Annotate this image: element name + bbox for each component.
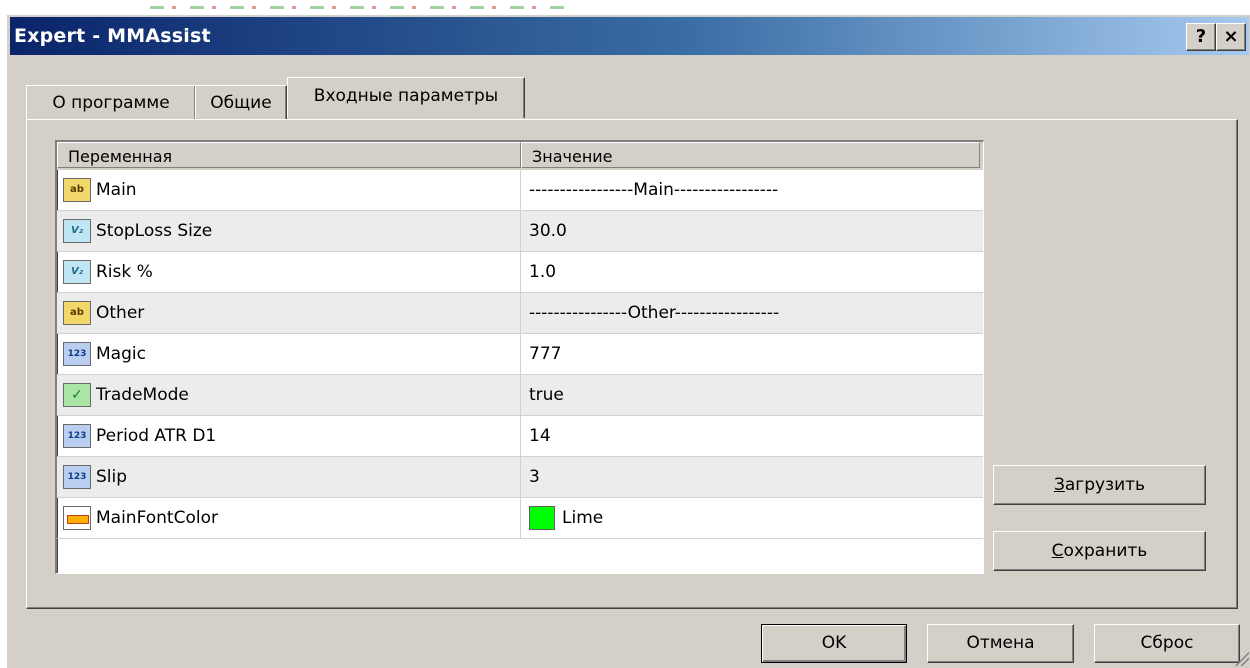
variable-name: MainFontColor [96,508,218,528]
integer-type-icon: 123 [63,342,91,366]
value-cell[interactable]: 14 [521,416,980,456]
table-row[interactable]: 123 Slip 3 [57,457,983,498]
table-header: Переменная Значение [57,142,983,170]
table-row[interactable]: ✓ TradeMode true [57,375,983,416]
table-row[interactable]: 123 Magic 777 [57,334,983,375]
resize-grip-icon[interactable] [1233,650,1249,666]
table-row[interactable]: MainFontColor Lime [57,498,983,539]
color-value: Lime [562,508,604,528]
variable-name: TradeMode [96,385,189,405]
color-swatch [529,506,555,530]
color-type-icon [63,506,91,530]
tab-input-parameters[interactable]: Входные параметры [287,77,525,118]
string-type-icon: ab [63,178,91,202]
title-bar[interactable]: Expert - MMAssist ? × [10,17,1249,55]
value-cell[interactable]: Lime [521,498,980,538]
value-cell[interactable]: ----------------Other----------------- [521,293,980,333]
string-type-icon: ab [63,301,91,325]
tab-about[interactable]: О программе [26,85,196,120]
reset-button[interactable]: Сброс [1094,624,1240,663]
variable-name: Risk % [96,262,153,282]
variable-name: Period ATR D1 [96,426,217,446]
value-cell[interactable]: -----------------Main----------------- [521,170,980,210]
value-cell[interactable]: 3 [521,457,980,497]
variable-name: Other [96,303,145,323]
variable-name: Main [96,180,137,200]
window-title: Expert - MMAssist [14,25,211,47]
double-type-icon: V₂ [63,260,91,284]
variable-name: StopLoss Size [96,221,213,241]
chart-fragment [150,6,570,9]
variable-name: Slip [96,467,128,487]
close-button[interactable]: × [1216,23,1246,51]
integer-type-icon: 123 [63,465,91,489]
ok-button[interactable]: OK [761,624,907,663]
value-cell[interactable]: true [521,375,980,415]
save-button[interactable]: Сохранить [993,531,1206,571]
double-type-icon: V₂ [63,219,91,243]
table-row[interactable]: ab Other ----------------Other-----------… [57,293,983,334]
table-row[interactable]: V₂ StopLoss Size 30.0 [57,211,983,252]
tab-general[interactable]: Общие [195,85,287,120]
column-header-value[interactable]: Значение [521,142,980,168]
table-row[interactable]: ab Main -----------------Main------------… [57,170,983,211]
table-row[interactable]: 123 Period ATR D1 14 [57,416,983,457]
variable-name: Magic [96,344,146,364]
table-row[interactable]: V₂ Risk % 1.0 [57,252,983,293]
help-button[interactable]: ? [1186,23,1216,51]
column-header-variable[interactable]: Переменная [57,142,521,168]
bool-type-icon: ✓ [63,383,91,407]
load-button[interactable]: Загрузить [993,465,1206,505]
parameters-table: Переменная Значение ab Main -------------… [55,140,984,574]
tab-panel: Переменная Значение ab Main -------------… [26,119,1238,609]
value-cell[interactable]: 777 [521,334,980,374]
value-cell[interactable]: 1.0 [521,252,980,292]
dialog-window: Expert - MMAssist ? × О программе Общие … [6,14,1250,668]
value-cell[interactable]: 30.0 [521,211,980,251]
integer-type-icon: 123 [63,424,91,448]
background-chart-strip [0,0,1250,14]
cancel-button[interactable]: Отмена [927,624,1074,663]
